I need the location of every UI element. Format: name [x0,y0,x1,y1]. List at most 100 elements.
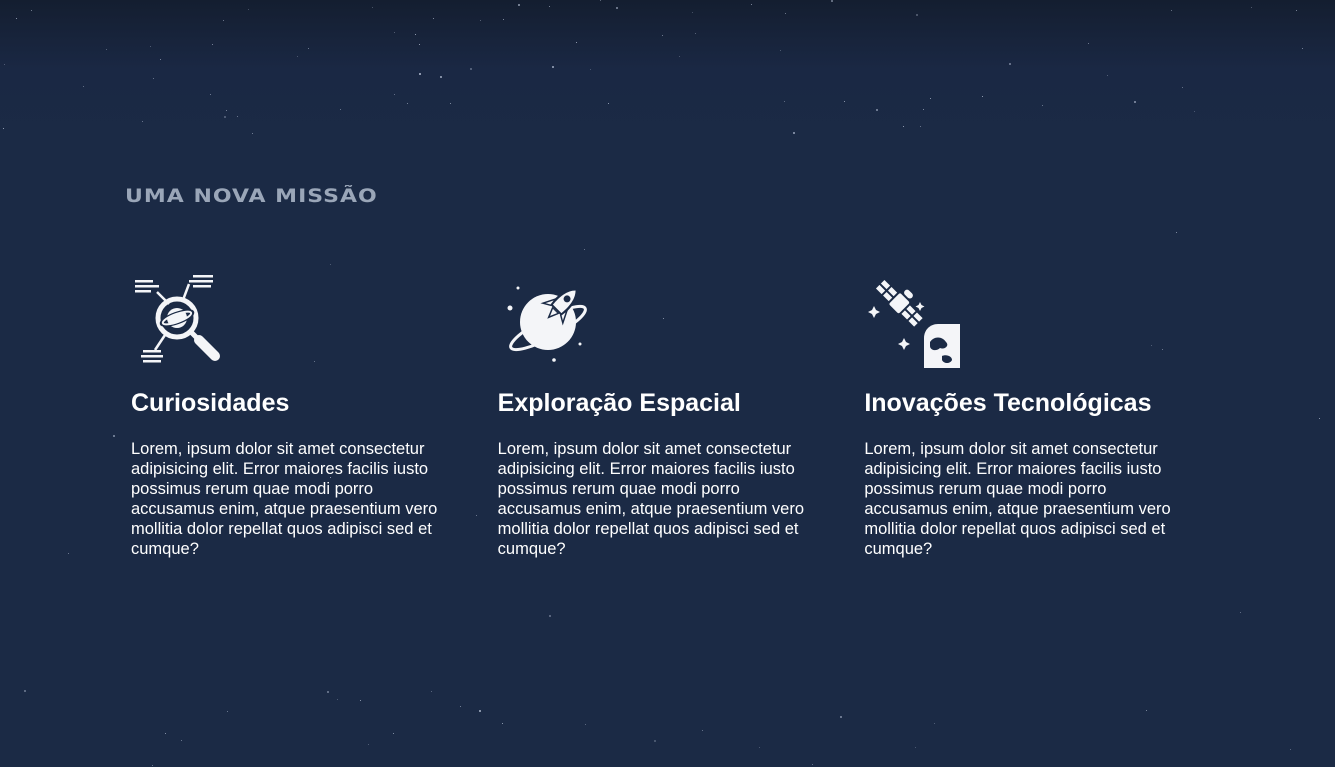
star [923,109,924,110]
star [662,35,663,36]
star [372,7,373,8]
star [1171,10,1172,11]
star [702,730,703,731]
star [153,78,154,79]
star [16,18,17,19]
star [784,101,785,102]
star [440,76,442,78]
star [549,6,550,7]
card-title: Inovações Tecnológicas [864,389,1152,417]
star [502,723,503,724]
star [407,103,408,104]
star [1194,111,1195,112]
satellite-earth-icon [868,279,961,368]
star [394,32,395,33]
star [212,44,213,45]
star [903,126,904,127]
star [1176,232,1177,233]
star [831,0,833,2]
star [1290,749,1291,750]
star [1240,612,1241,613]
star [915,747,916,748]
star [152,765,153,766]
page: Uma Nova Missão [0,0,1335,767]
star [576,42,577,43]
star [1042,105,1043,106]
card-exploracao-espacial: Exploração Espacial Lorem, ipsum dolor s… [498,272,865,559]
star [759,747,760,748]
star [844,101,845,102]
star [1088,43,1089,44]
star [585,724,586,725]
star [503,19,504,20]
star [223,20,224,21]
card-title: Exploração Espacial [497,389,741,417]
star [68,553,69,554]
section-title: Uma Nova Missão [125,186,378,208]
star [1134,101,1136,103]
star [876,109,878,111]
star [337,699,338,700]
star [330,264,331,265]
star [227,711,228,712]
star [518,4,520,6]
card-curiosidades: Curiosidades Lorem, ipsum dolor sit amet… [131,272,498,559]
star [150,46,151,47]
star [840,716,842,718]
star [368,744,369,745]
card-text: Lorem, ipsum dolor sit amet consectetur … [131,440,438,558]
star [31,10,32,11]
star [393,733,394,734]
star [142,121,143,122]
star [584,249,585,250]
card-inovacoes-tecnologicas: Inovações Tecnológicas Lorem, ipsum dolo… [864,272,1231,559]
card-text: Lorem, ipsum dolor sit amet consectetur … [497,440,804,558]
star [608,103,609,104]
star [419,44,420,45]
star [419,73,421,75]
star [785,13,786,14]
star [340,109,341,110]
star [450,103,451,104]
star [1319,418,1320,419]
rocket-planet-icon [507,286,587,362]
star [751,4,752,5]
star [24,690,26,692]
star [470,68,472,70]
star [780,50,781,51]
star [297,56,298,57]
star [1302,48,1303,49]
star [549,615,551,617]
star [616,7,618,9]
star [479,710,481,712]
star [600,0,601,1]
star [920,126,921,127]
star [165,733,166,734]
star [1296,10,1297,11]
card-text: Lorem, ipsum dolor sit amet consectetur … [864,440,1171,558]
star [327,691,329,693]
card-title: Curiosidades [131,389,290,417]
star [431,691,432,692]
star [308,48,309,49]
star [692,12,693,13]
planet-search-icon [135,275,220,363]
star [812,764,813,765]
star [415,34,416,35]
star [654,740,656,742]
star [480,20,481,21]
star [4,64,5,65]
star [1182,87,1183,88]
star [934,723,935,724]
star [3,128,4,129]
star [226,110,227,111]
star [210,94,211,95]
star [160,59,161,60]
star [1009,63,1011,65]
star [590,69,591,70]
star [1251,7,1252,8]
star [930,98,931,99]
star [394,94,395,95]
star [360,700,361,701]
star [916,14,918,16]
